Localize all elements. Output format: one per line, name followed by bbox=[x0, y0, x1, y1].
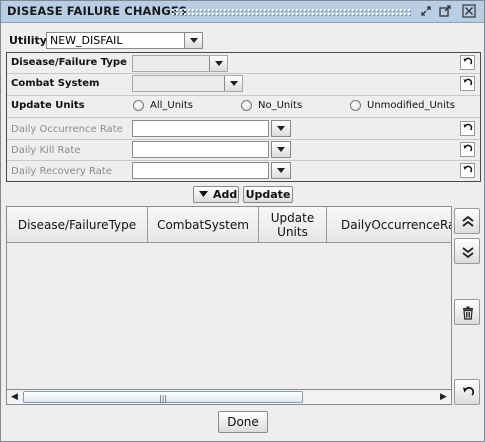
column-header-combat-system[interactable]: CombatSystem bbox=[148, 207, 259, 243]
column-header-daily-occurrence-rate[interactable]: DailyOccurrenceRat bbox=[327, 207, 452, 243]
daily-recovery-rate-dropdown[interactable] bbox=[271, 162, 291, 179]
undo-all-button[interactable] bbox=[454, 379, 480, 405]
row-divider bbox=[7, 160, 480, 161]
row-divider bbox=[7, 73, 480, 74]
trash-icon bbox=[463, 306, 473, 320]
daily-recovery-rate-label: Daily Recovery Rate bbox=[11, 166, 112, 177]
chevron-down-icon[interactable] bbox=[272, 142, 290, 157]
window-title: DISEASE FAILURE CHANGES bbox=[7, 4, 188, 18]
row-divider bbox=[7, 95, 480, 96]
add-button[interactable]: Add bbox=[193, 186, 239, 203]
done-button[interactable]: Done bbox=[218, 411, 268, 433]
move-up-button[interactable] bbox=[454, 208, 480, 234]
column-header-label: CombatSystem bbox=[157, 217, 249, 232]
radio-all-units[interactable] bbox=[133, 100, 144, 111]
move-up-icon bbox=[462, 215, 474, 227]
move-down-icon bbox=[462, 247, 474, 259]
column-header-update-units[interactable]: Update Units bbox=[259, 207, 327, 243]
scroll-right-icon[interactable]: ▶ bbox=[440, 392, 447, 402]
daily-kill-rate-label: Daily Kill Rate bbox=[11, 145, 81, 156]
daily-kill-rate-dropdown[interactable] bbox=[271, 141, 291, 158]
chevron-down-icon[interactable] bbox=[184, 33, 202, 48]
disease-failure-window: DISEASE FAILURE CHANGES Utility: NEW_DIS… bbox=[0, 0, 485, 442]
utility-select[interactable]: NEW_DISFAIL bbox=[46, 32, 203, 49]
scroll-left-icon[interactable]: ◀ bbox=[11, 392, 18, 402]
changes-table[interactable]: Disease/FailureType CombatSystem Update … bbox=[6, 206, 452, 405]
update-button[interactable]: Update bbox=[243, 186, 293, 203]
delete-button[interactable] bbox=[454, 299, 480, 325]
row-divider bbox=[7, 139, 480, 140]
chevron-down-icon[interactable] bbox=[209, 56, 227, 71]
chevron-down-icon[interactable] bbox=[272, 121, 290, 136]
done-button-label: Done bbox=[227, 415, 259, 429]
utility-value: NEW_DISFAIL bbox=[50, 34, 123, 47]
field-panel: Disease/Failure Type Combat System Updat… bbox=[6, 52, 481, 182]
title-bar[interactable]: DISEASE FAILURE CHANGES bbox=[1, 1, 484, 23]
disease-failure-type-label: Disease/Failure Type bbox=[11, 57, 127, 68]
row-divider bbox=[7, 117, 480, 118]
radio-no-units-label: No_Units bbox=[258, 100, 303, 111]
chevron-down-icon[interactable] bbox=[272, 163, 290, 178]
undo-icon[interactable] bbox=[460, 55, 475, 70]
grip-icon: ||| bbox=[159, 394, 168, 403]
add-button-label: Add bbox=[213, 188, 238, 201]
scrollbar-thumb[interactable]: ||| bbox=[23, 391, 303, 403]
daily-kill-rate-input[interactable] bbox=[132, 141, 269, 158]
daily-recovery-rate-input[interactable] bbox=[132, 162, 269, 179]
daily-occurrence-rate-input[interactable] bbox=[132, 120, 269, 137]
combat-system-select[interactable] bbox=[132, 75, 243, 92]
column-header-label: Update Units bbox=[270, 210, 315, 239]
utility-label: Utility: bbox=[9, 34, 52, 47]
restore-icon[interactable] bbox=[418, 4, 434, 20]
undo-icon[interactable] bbox=[460, 121, 475, 136]
radio-no-units[interactable] bbox=[241, 100, 252, 111]
chevron-down-icon bbox=[199, 191, 208, 197]
column-header-disease-failure-type[interactable]: Disease/FailureType bbox=[7, 207, 148, 243]
undo-icon[interactable] bbox=[460, 76, 475, 91]
maximize-icon[interactable] bbox=[437, 4, 453, 20]
radio-unmodified-units[interactable] bbox=[350, 100, 361, 111]
combat-system-label: Combat System bbox=[11, 78, 100, 89]
radio-all-units-label: All_Units bbox=[150, 100, 193, 111]
disease-failure-type-select[interactable] bbox=[132, 55, 228, 72]
column-header-label: Disease/FailureType bbox=[17, 217, 137, 232]
update-units-label: Update Units bbox=[11, 100, 85, 111]
update-button-label: Update bbox=[245, 188, 291, 201]
column-header-label: DailyOccurrenceRat bbox=[341, 217, 452, 232]
undo-icon[interactable] bbox=[460, 163, 475, 178]
daily-occurrence-rate-label: Daily Occurrence Rate bbox=[11, 124, 123, 135]
undo-icon bbox=[463, 386, 475, 396]
move-down-button[interactable] bbox=[454, 238, 480, 264]
chevron-down-icon[interactable] bbox=[224, 76, 242, 91]
radio-unmodified-units-label: Unmodified_Units bbox=[367, 100, 456, 111]
close-icon[interactable] bbox=[461, 4, 477, 20]
daily-occurrence-rate-dropdown[interactable] bbox=[271, 120, 291, 137]
title-bar-grip bbox=[171, 8, 411, 17]
horizontal-scrollbar[interactable]: ◀ ||| ▶ bbox=[6, 389, 452, 405]
undo-icon[interactable] bbox=[460, 142, 475, 157]
